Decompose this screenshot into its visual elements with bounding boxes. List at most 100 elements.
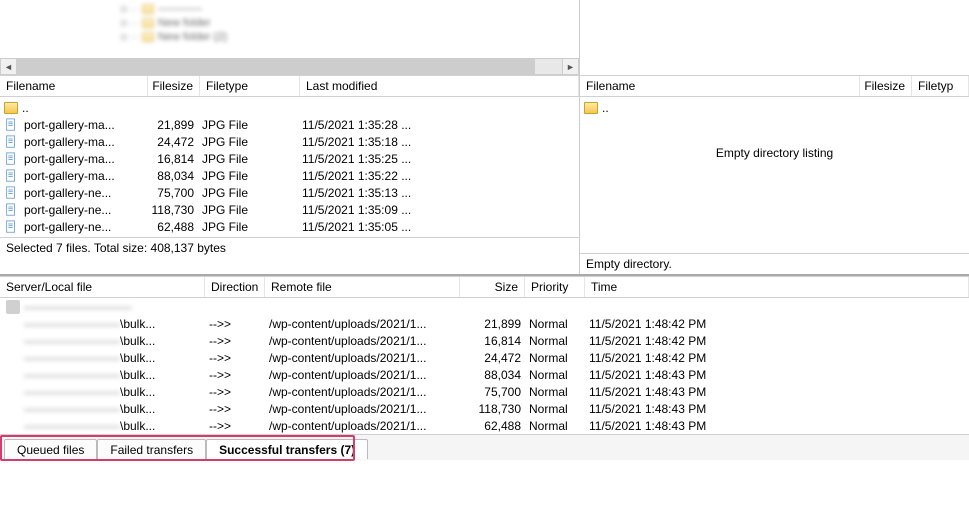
col-remotefile[interactable]: Remote file bbox=[265, 277, 460, 297]
list-item[interactable]: port-gallery-ma...16,814JPG File11/5/202… bbox=[0, 150, 579, 167]
parent-dir-row[interactable]: .. bbox=[0, 99, 579, 116]
col-filetype-remote[interactable]: Filetyp bbox=[912, 76, 969, 96]
remote-status-bar: Empty directory. bbox=[580, 253, 969, 274]
cell-localfile: ————————\bulk... bbox=[0, 419, 205, 433]
folder-icon bbox=[4, 102, 18, 114]
cell-direction: -->> bbox=[205, 334, 265, 348]
remote-list-header[interactable]: Filename Filesize Filetyp bbox=[580, 75, 969, 97]
cell-size: 75,700 bbox=[460, 385, 525, 399]
col-size[interactable]: Size bbox=[460, 277, 525, 297]
cell-lastmodified: 11/5/2021 1:35:18 ... bbox=[298, 135, 575, 149]
cell-localfile: ————————\bulk... bbox=[0, 385, 205, 399]
local-list-body[interactable]: ..port-gallery-ma...21,899JPG File11/5/2… bbox=[0, 97, 579, 237]
col-filename-remote[interactable]: Filename bbox=[580, 76, 860, 96]
list-item[interactable]: port-gallery-ne...75,700JPG File11/5/202… bbox=[0, 184, 579, 201]
cell-filename: port-gallery-ne... bbox=[20, 186, 146, 200]
server-name: ————————— bbox=[24, 300, 132, 314]
cell-priority: Normal bbox=[525, 402, 585, 416]
file-icon bbox=[4, 135, 18, 149]
cell-filetype: JPG File bbox=[198, 152, 298, 166]
queue-row[interactable]: ————————\bulk...-->>/wp-content/uploads/… bbox=[0, 383, 969, 400]
cell-lastmodified: 11/5/2021 1:35:25 ... bbox=[298, 152, 575, 166]
cell-remotefile: /wp-content/uploads/2021/1... bbox=[265, 334, 460, 348]
cell-lastmodified: 11/5/2021 1:35:28 ... bbox=[298, 118, 575, 132]
cell-filename: port-gallery-ma... bbox=[20, 152, 146, 166]
local-tree-pane[interactable]: ⊞ ·····———— ⊞ ·····New folder ⊞ ·····New… bbox=[0, 0, 580, 75]
queue-server-row[interactable]: ————————— bbox=[0, 298, 969, 315]
col-filesize[interactable]: Filesize bbox=[148, 76, 200, 96]
scroll-thumb[interactable] bbox=[17, 59, 535, 74]
file-icon bbox=[4, 220, 18, 234]
remote-list-body[interactable]: .. Empty directory listing bbox=[580, 97, 969, 192]
cell-remotefile: /wp-content/uploads/2021/1... bbox=[265, 368, 460, 382]
cell-filename: port-gallery-ma... bbox=[20, 169, 146, 183]
col-direction[interactable]: Direction bbox=[205, 277, 265, 297]
server-icon bbox=[6, 300, 20, 314]
scroll-track[interactable] bbox=[17, 58, 562, 75]
cell-localfile: ————————\bulk... bbox=[0, 368, 205, 382]
local-list-pane: Filename Filesize Filetype Last modified… bbox=[0, 75, 580, 274]
parent-dir-label: .. bbox=[602, 101, 609, 115]
cell-time: 11/5/2021 1:48:42 PM bbox=[585, 317, 969, 331]
cell-filetype: JPG File bbox=[198, 203, 298, 217]
cell-direction: -->> bbox=[205, 419, 265, 433]
cell-filename: port-gallery-ne... bbox=[20, 203, 146, 217]
scroll-right-arrow[interactable]: ► bbox=[562, 58, 579, 75]
cell-lastmodified: 11/5/2021 1:35:13 ... bbox=[298, 186, 575, 200]
file-icon bbox=[4, 169, 18, 183]
col-priority[interactable]: Priority bbox=[525, 277, 585, 297]
cell-filesize: 62,488 bbox=[146, 220, 198, 234]
cell-localfile: ————————\bulk... bbox=[0, 402, 205, 416]
cell-direction: -->> bbox=[205, 368, 265, 382]
cell-filename: port-gallery-ma... bbox=[20, 135, 146, 149]
list-item[interactable]: port-gallery-ne...118,730JPG File11/5/20… bbox=[0, 201, 579, 218]
local-list-header[interactable]: Filename Filesize Filetype Last modified bbox=[0, 75, 579, 97]
col-lastmodified[interactable]: Last modified bbox=[300, 76, 579, 96]
cell-size: 21,899 bbox=[460, 317, 525, 331]
remote-file-list[interactable]: Filename Filesize Filetyp .. Empty direc… bbox=[580, 75, 969, 192]
queue-row[interactable]: ————————\bulk...-->>/wp-content/uploads/… bbox=[0, 400, 969, 417]
cell-remotefile: /wp-content/uploads/2021/1... bbox=[265, 351, 460, 365]
list-item[interactable]: port-gallery-ma...21,899JPG File11/5/202… bbox=[0, 116, 579, 133]
horizontal-scrollbar[interactable]: ◄ ► bbox=[0, 58, 579, 75]
col-time[interactable]: Time bbox=[585, 277, 969, 297]
cell-size: 118,730 bbox=[460, 402, 525, 416]
list-item[interactable]: port-gallery-ma...88,034JPG File11/5/202… bbox=[0, 167, 579, 184]
cell-filesize: 75,700 bbox=[146, 186, 198, 200]
cell-direction: -->> bbox=[205, 317, 265, 331]
tab-failed-transfers[interactable]: Failed transfers bbox=[97, 439, 206, 459]
queue-row[interactable]: ————————\bulk...-->>/wp-content/uploads/… bbox=[0, 366, 969, 383]
scroll-left-arrow[interactable]: ◄ bbox=[0, 58, 17, 75]
queue-header[interactable]: Server/Local file Direction Remote file … bbox=[0, 276, 969, 298]
queue-row[interactable]: ————————\bulk...-->>/wp-content/uploads/… bbox=[0, 417, 969, 434]
queue-body[interactable]: —————————————————\bulk...-->>/wp-content… bbox=[0, 298, 969, 434]
list-item[interactable]: port-gallery-ne...62,488JPG File11/5/202… bbox=[0, 218, 579, 235]
queue-row[interactable]: ————————\bulk...-->>/wp-content/uploads/… bbox=[0, 349, 969, 366]
cell-time: 11/5/2021 1:48:42 PM bbox=[585, 351, 969, 365]
cell-filesize: 118,730 bbox=[146, 203, 198, 217]
cell-filename: port-gallery-ma... bbox=[20, 118, 146, 132]
cell-time: 11/5/2021 1:48:43 PM bbox=[585, 402, 969, 416]
remote-tree-pane[interactable] bbox=[580, 0, 969, 75]
col-filename[interactable]: Filename bbox=[0, 76, 148, 96]
parent-dir-row[interactable]: .. bbox=[580, 99, 969, 116]
cell-filetype: JPG File bbox=[198, 220, 298, 234]
cell-direction: -->> bbox=[205, 385, 265, 399]
cell-time: 11/5/2021 1:48:43 PM bbox=[585, 419, 969, 433]
queue-row[interactable]: ————————\bulk...-->>/wp-content/uploads/… bbox=[0, 315, 969, 332]
cell-filetype: JPG File bbox=[198, 118, 298, 132]
cell-priority: Normal bbox=[525, 317, 585, 331]
col-filesize-remote[interactable]: Filesize bbox=[860, 76, 912, 96]
list-item[interactable]: port-gallery-ma...24,472JPG File11/5/202… bbox=[0, 133, 579, 150]
cell-remotefile: /wp-content/uploads/2021/1... bbox=[265, 402, 460, 416]
cell-remotefile: /wp-content/uploads/2021/1... bbox=[265, 419, 460, 433]
tab-successful-transfers[interactable]: Successful transfers (7) bbox=[206, 439, 368, 459]
tab-queued-files[interactable]: Queued files bbox=[4, 439, 97, 459]
col-server-localfile[interactable]: Server/Local file bbox=[0, 277, 205, 297]
cell-localfile: ————————\bulk... bbox=[0, 317, 205, 331]
cell-remotefile: /wp-content/uploads/2021/1... bbox=[265, 385, 460, 399]
queue-row[interactable]: ————————\bulk...-->>/wp-content/uploads/… bbox=[0, 332, 969, 349]
local-file-list[interactable]: Filename Filesize Filetype Last modified… bbox=[0, 75, 579, 237]
col-filetype[interactable]: Filetype bbox=[200, 76, 300, 96]
top-tree-panes: ⊞ ·····———— ⊞ ·····New folder ⊞ ·····New… bbox=[0, 0, 969, 75]
